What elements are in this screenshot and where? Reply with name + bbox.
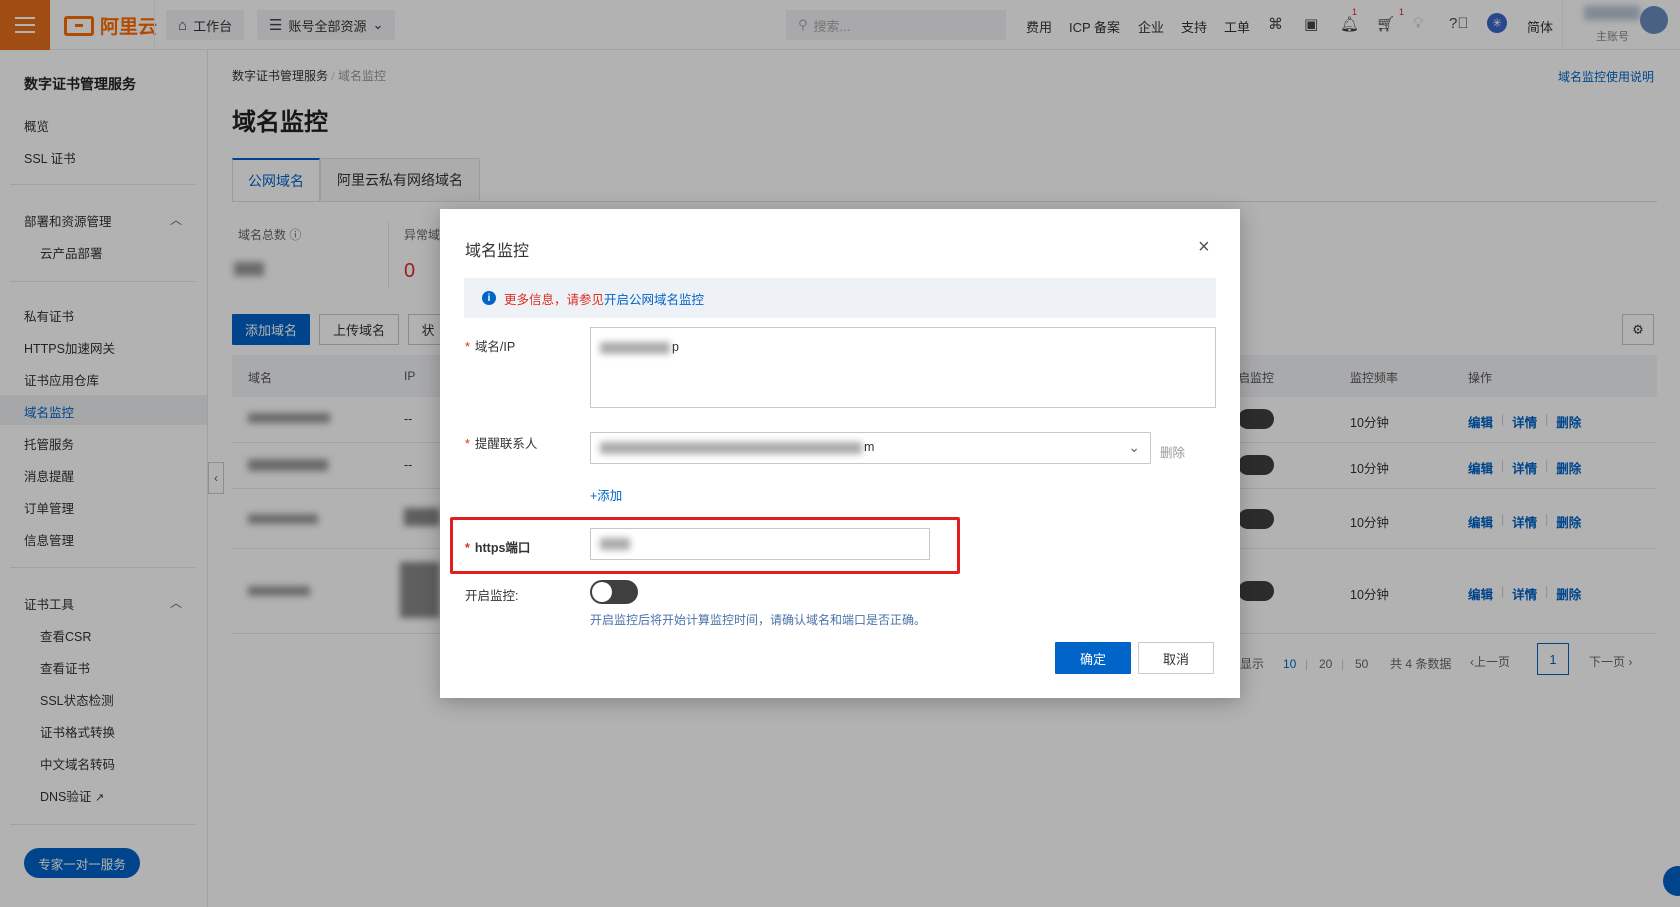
contact-field-label: * 提醒联系人 <box>465 437 538 451</box>
chevron-down-icon: ⌄ <box>1128 439 1140 455</box>
domain-field-label: * 域名/IP <box>465 340 516 354</box>
monitor-hint: 开启监控后将开始计算监控时间，请确认域名和端口是否正确。 <box>590 613 927 627</box>
domain-value-masked <box>600 342 670 354</box>
monitor-switch-label: 开启监控: <box>465 589 519 603</box>
switch-knob <box>592 582 612 602</box>
close-icon[interactable]: × <box>1198 236 1210 259</box>
port-highlight-box <box>450 517 960 574</box>
cancel-button[interactable]: 取消 <box>1138 642 1214 674</box>
contact-value-masked <box>600 442 862 454</box>
contact-value-tail: m <box>864 440 875 454</box>
domain-textarea[interactable] <box>590 327 1216 408</box>
notice-link[interactable]: 开启公网域名监控 <box>604 293 704 307</box>
add-contact-link[interactable]: +添加 <box>590 485 622 504</box>
confirm-button[interactable]: 确定 <box>1055 642 1131 674</box>
notice-text: 更多信息，请参见 <box>504 292 605 307</box>
contact-delete-link[interactable]: 删除 <box>1160 442 1185 461</box>
domain-value-tail: p <box>672 340 679 354</box>
info-notice: i 更多信息，请参见开启公网域名监控 <box>464 278 1216 318</box>
monitor-switch[interactable] <box>590 580 638 604</box>
dialog-title: 域名监控 <box>465 243 530 260</box>
info-icon: i <box>482 291 496 305</box>
